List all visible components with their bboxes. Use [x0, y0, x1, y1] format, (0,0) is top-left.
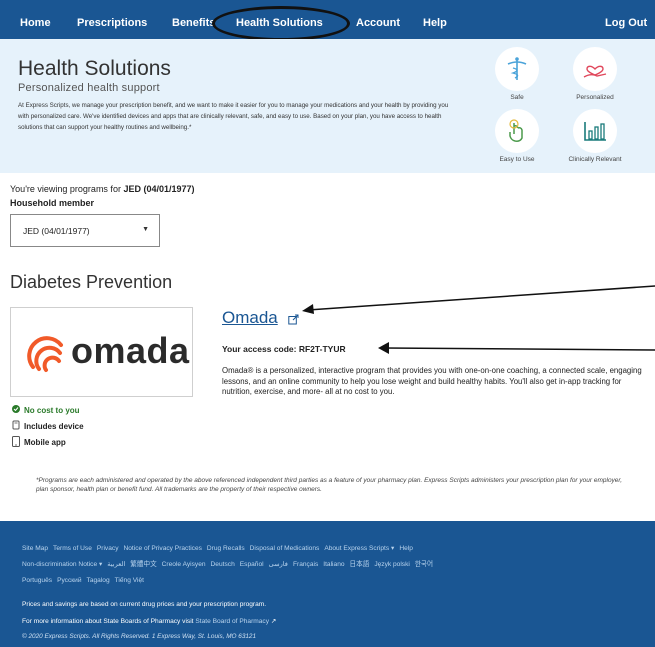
feature-label: Clinically Relevant [568, 156, 622, 163]
footer-link[interactable]: Notice of Privacy Practices [124, 545, 202, 552]
household-member-select[interactable]: JED (04/01/1977) ▼ [10, 214, 160, 247]
footer-link[interactable]: Język polski [374, 561, 410, 568]
programs-disclaimer: *Programs are each administered and oper… [36, 477, 623, 493]
footer-link[interactable]: 日本語 [350, 561, 370, 568]
omada-program-link[interactable]: Omada [222, 308, 278, 328]
feature-label: Personalized [576, 94, 614, 101]
perk-includes-device: Includes device [12, 420, 84, 432]
omada-logo-text: omada [71, 330, 190, 371]
household-label: Household member [10, 198, 95, 208]
program-description: Omada® is a personalized, interactive pr… [222, 366, 642, 396]
feature-label: Easy to Use [499, 156, 535, 163]
touch-hand-icon [495, 109, 539, 153]
highlight-ellipse [212, 6, 350, 41]
hero-description: At Express Scripts, we manage your presc… [18, 102, 449, 131]
perk-label: No cost to you [24, 405, 80, 415]
site-footer: Site Map Terms of Use Privacy Notice of Pri… [0, 521, 655, 647]
logout-link[interactable]: Log Out [605, 17, 647, 29]
feature-easy-to-use: Easy to Use [488, 109, 546, 163]
footer-link[interactable]: Site Map [22, 545, 48, 552]
footer-link[interactable]: About Express Scripts ▾ [324, 545, 394, 552]
feature-label: Safe [510, 94, 524, 101]
footer-link[interactable]: Español [240, 561, 264, 568]
perk-label: Includes device [24, 421, 84, 431]
nav-prescriptions[interactable]: Prescriptions [77, 17, 147, 29]
footer-prices-note: Prices and savings are based on current … [22, 601, 267, 608]
heart-hand-icon [573, 47, 617, 91]
footer-link[interactable]: Creole Ayisyen [162, 561, 206, 568]
footer-link[interactable]: 繁體中文 [130, 561, 156, 568]
scale-device-icon [12, 420, 20, 432]
external-link-icon[interactable] [288, 312, 299, 330]
feature-personalized: Personalized [560, 47, 630, 101]
household-selected-value: JED (04/01/1977) [23, 226, 90, 236]
section-title: Diabetes Prevention [10, 272, 173, 292]
viewing-member: JED (04/01/1977) [123, 184, 195, 194]
omada-logo-card: omada [10, 307, 193, 397]
footer-link[interactable]: Deutsch [211, 561, 235, 568]
mobile-phone-icon [12, 436, 20, 449]
footer-link[interactable]: Français [293, 561, 318, 568]
annotation-arrow-link [302, 285, 655, 314]
footer-link[interactable]: Help [399, 545, 413, 552]
caduceus-icon [495, 47, 539, 91]
nav-benefits[interactable]: Benefits [172, 17, 216, 29]
check-circle-icon [12, 405, 20, 415]
footer-copyright: © 2020 Express Scripts. All Rights Reser… [22, 633, 257, 640]
nav-help[interactable]: Help [423, 17, 447, 29]
footer-links: Site Map Terms of Use Privacy Notice of Pri… [22, 541, 642, 589]
footer-link[interactable]: 한국어 [415, 561, 433, 568]
footer-link[interactable]: Tagalog [87, 577, 110, 584]
footer-link[interactable]: فارسی [269, 561, 288, 568]
viewing-line: You're viewing programs for JED (04/01/1… [10, 184, 195, 194]
bar-chart-icon [573, 109, 617, 153]
omada-mark-icon [27, 336, 63, 372]
footer-link[interactable]: Русский [57, 577, 81, 584]
external-link-icon: ↗ [270, 618, 277, 625]
footer-link[interactable]: Disposal of Medications [250, 545, 320, 552]
footer-link[interactable]: العربية [107, 561, 125, 568]
annotation-arrow-code [378, 342, 655, 354]
footer-link[interactable]: Português [22, 577, 52, 584]
footer-link[interactable]: Non-discrimination Notice ▾ [22, 561, 102, 568]
footer-boards-line: For more information about State Boards … [22, 617, 276, 625]
feature-clinically-relevant: Clinically Relevant [552, 109, 638, 163]
perk-no-cost: No cost to you [12, 405, 80, 415]
viewing-prefix: You're viewing programs for [10, 184, 121, 194]
footer-boards-prefix: For more information about State Boards … [22, 618, 194, 625]
footer-link[interactable]: Tiếng Việt [115, 577, 144, 584]
footer-link[interactable]: Privacy [97, 545, 119, 552]
perk-label: Mobile app [24, 438, 66, 447]
footer-link[interactable]: Drug Recalls [207, 545, 245, 552]
state-board-link[interactable]: State Board of Pharmacy [195, 618, 269, 625]
footer-link[interactable]: Terms of Use [53, 545, 92, 552]
nav-account[interactable]: Account [356, 17, 400, 29]
chevron-down-icon: ▼ [142, 226, 149, 233]
page-subtitle: Personalized health support [18, 82, 160, 94]
access-code: Your access code: RF2T-TYUR [222, 344, 346, 354]
feature-safe: Safe [492, 47, 542, 101]
hero-banner: Health Solutions Personalized health sup… [0, 39, 655, 173]
perk-mobile-app: Mobile app [12, 436, 66, 449]
page-title: Health Solutions [18, 57, 171, 80]
nav-home[interactable]: Home [20, 17, 51, 29]
footer-link[interactable]: Italiano [323, 561, 344, 568]
